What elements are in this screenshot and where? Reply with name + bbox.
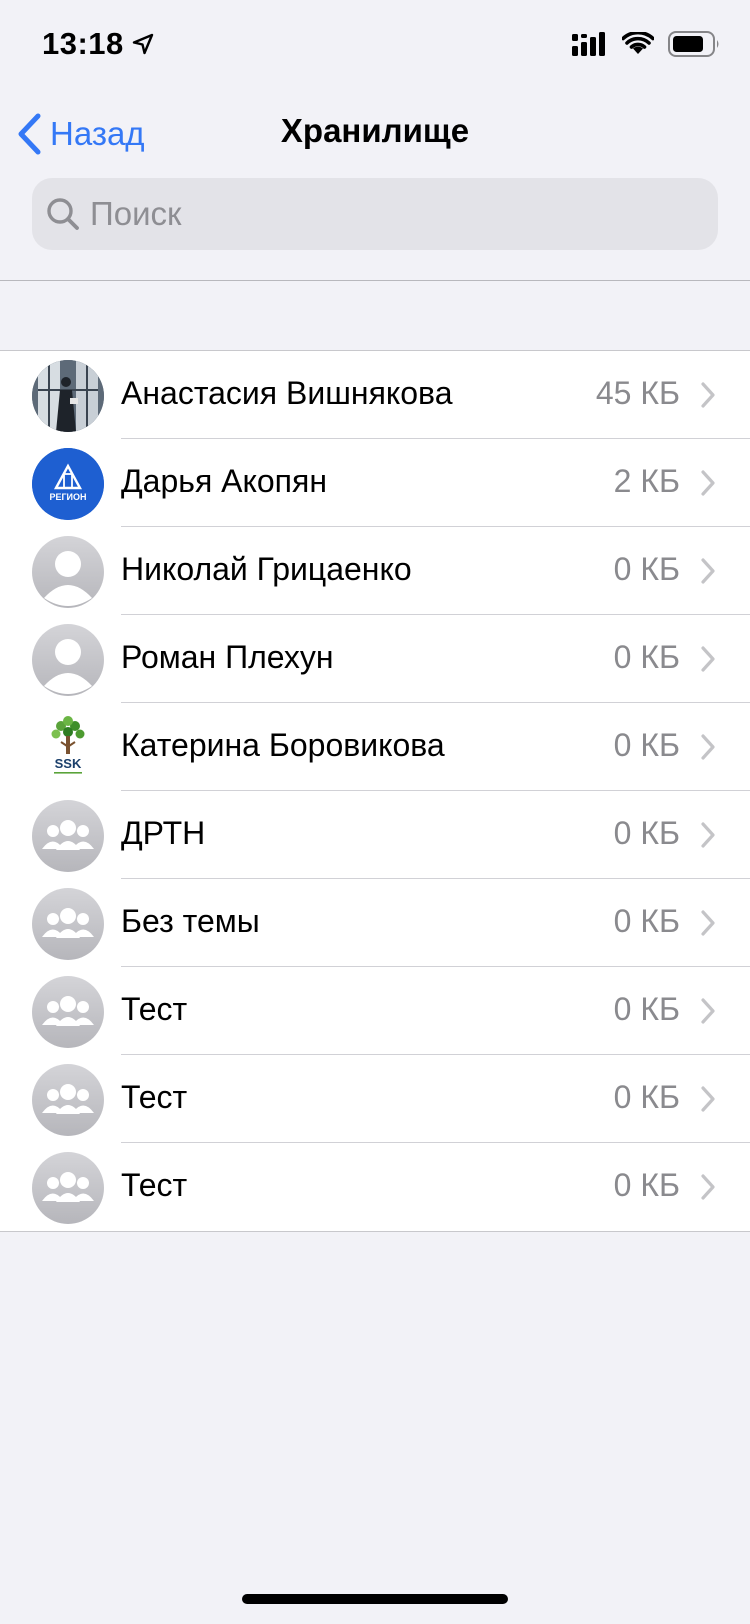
list-item[interactable]: Роман Плехун 0 КБ [0,615,750,703]
page-title: Хранилище [280,112,470,149]
chevron-right-icon [701,910,715,936]
avatar: SSK [32,712,104,784]
chat-name: ДРТН [121,815,206,851]
avatar [32,1152,104,1224]
storage-size: 0 КБ [613,991,680,1027]
avatar [32,976,104,1048]
avatar [32,624,104,696]
chevron-right-icon [701,1174,715,1200]
list-item[interactable]: Николай Грицаенко 0 КБ [0,527,750,615]
avatar: РЕГИОН [32,448,104,520]
storage-size: 2 КБ [613,463,680,499]
list-item[interactable]: РЕГИОН Дарья Акопян 2 КБ [0,439,750,527]
chevron-right-icon [701,998,715,1024]
search-icon [47,198,79,230]
search-bar [32,178,718,250]
storage-size: 0 КБ [613,551,680,587]
group-placeholder-icon [42,996,94,1026]
group-placeholder-icon [42,1084,94,1114]
search-input[interactable] [90,195,718,233]
storage-size: 0 КБ [613,1079,680,1115]
region-logo-text: РЕГИОН [49,492,86,502]
chevron-right-icon [701,382,715,408]
storage-list: Анастасия Вишнякова 45 КБ РЕГИОН Дарья А… [0,350,750,1232]
avatar [32,800,104,872]
person-placeholder-icon [44,551,92,606]
storage-size: 0 КБ [613,1167,680,1203]
navigation-bar: Назад Хранилище [0,96,750,168]
list-item[interactable]: Тест 0 КБ [0,1143,750,1231]
list-item[interactable]: ДРТН 0 КБ [0,791,750,879]
location-arrow-icon [132,33,153,55]
chat-name: Анастасия Вишнякова [121,375,453,411]
chat-name: Тест [121,1167,188,1203]
ssk-logo-icon: SSK [32,712,104,784]
group-placeholder-icon [42,1172,94,1202]
storage-size: 0 КБ [613,639,680,675]
chevron-right-icon [701,558,715,584]
wifi-icon [622,32,654,54]
avatar [32,1064,104,1136]
group-placeholder-icon [42,820,94,850]
chat-name: Катерина Боровикова [121,727,445,763]
status-indicators [572,31,720,57]
chevron-right-icon [701,646,715,672]
chat-name: Роман Плехун [121,639,334,675]
region-logo-icon: РЕГИОН [32,448,104,520]
battery-icon [668,31,719,57]
list-item[interactable]: Без темы 0 КБ [0,879,750,967]
chat-name: Николай Грицаенко [121,551,412,587]
ssk-logo-text: SSK [55,756,82,771]
list-item[interactable]: Тест 0 КБ [0,967,750,1055]
header-divider [0,280,750,281]
chevron-right-icon [701,1086,715,1112]
chat-name: Без темы [121,903,260,939]
list-item[interactable]: Тест 0 КБ [0,1055,750,1143]
home-indicator[interactable] [242,1594,508,1604]
time-label: 13:18 [42,26,124,61]
storage-size: 0 КБ [613,815,680,851]
avatar [32,360,104,432]
group-placeholder-icon [42,908,94,938]
cellular-signal-icon [572,32,605,56]
screen: 13:18 Назад Хранилище Поиск Анастасия Ви… [0,0,750,1624]
chat-name: Дарья Акопян [121,463,327,499]
avatar [32,536,104,608]
chat-name: Тест [121,991,188,1027]
person-placeholder-icon [44,639,92,694]
storage-size: 0 КБ [613,903,680,939]
photo-avatar-image [32,360,104,432]
storage-size: 45 КБ [595,375,680,411]
chevron-right-icon [701,822,715,848]
chevron-right-icon [701,470,715,496]
chat-name: Тест [121,1079,188,1115]
avatar [32,888,104,960]
chevron-right-icon [701,734,715,760]
storage-size: 0 КБ [613,727,680,763]
search-field[interactable] [32,178,718,250]
list-item[interactable]: SSK Катерина Боровикова 0 КБ [0,703,750,791]
status-time: 13:18 [42,26,154,62]
status-bar: 13:18 [0,0,750,88]
list-item[interactable]: Анастасия Вишнякова 45 КБ [0,351,750,439]
